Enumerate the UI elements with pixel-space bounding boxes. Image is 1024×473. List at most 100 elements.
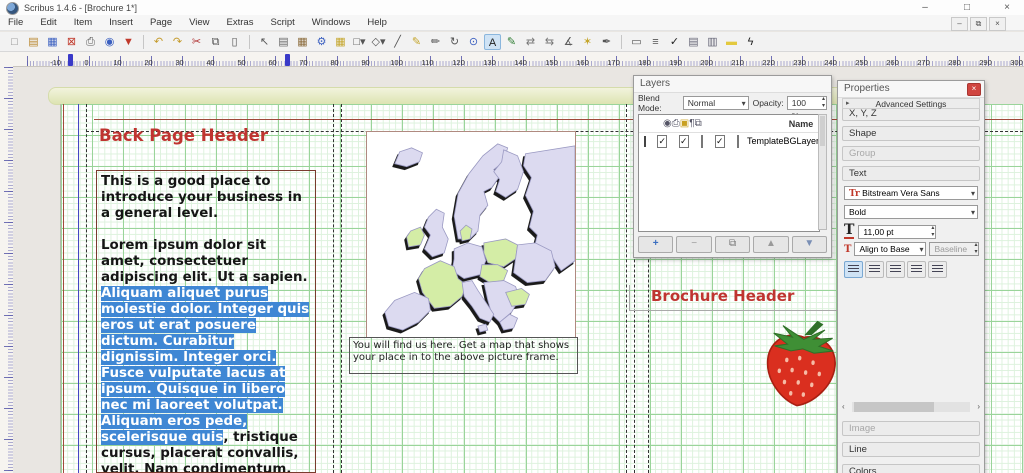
menu-item[interactable]: View (189, 17, 209, 28)
europe-map-image-frame[interactable] (366, 131, 576, 338)
layer-color-swatch[interactable] (644, 135, 647, 147)
font-size-spinner[interactable]: 11,00 pt (858, 224, 937, 239)
menu-item[interactable]: File (8, 17, 23, 28)
menu-item[interactable]: Windows (312, 17, 351, 28)
close-button[interactable]: × (996, 1, 1018, 14)
export-pdf-icon[interactable]: ▼ (120, 34, 137, 50)
preflight-verifier-icon[interactable]: ◉ (101, 34, 118, 50)
pdf-link-annotation-icon[interactable]: ϟ (742, 34, 759, 50)
menu-item[interactable]: Insert (109, 17, 133, 28)
menu-item[interactable]: Help (367, 17, 387, 28)
undo-icon[interactable]: ↶ (150, 34, 167, 50)
pdf-checkbox-icon[interactable]: ✓ (666, 34, 683, 50)
menu-item[interactable]: Item (74, 17, 92, 28)
align-center-button[interactable] (865, 261, 884, 278)
redo-icon[interactable]: ↷ (169, 34, 186, 50)
paste-icon[interactable]: ▯ (226, 34, 243, 50)
new-document-icon[interactable]: □ (6, 34, 23, 50)
collapsible-section[interactable]: ▸ Advanced Settings (842, 98, 980, 109)
section-group[interactable]: Group (842, 146, 980, 161)
edit-contents-icon[interactable]: A (484, 33, 501, 50)
insert-shape-icon[interactable]: □▾ (351, 34, 368, 50)
rotate-item-icon[interactable]: ↻ (446, 34, 463, 50)
mdi-close-button[interactable]: × (989, 17, 1006, 31)
insert-table-icon[interactable]: ▦ (332, 34, 349, 50)
strawberry-image-frame[interactable] (754, 314, 849, 409)
document-canvas[interactable]: Back Page Header Brochure Header This is… (13, 67, 1024, 473)
menu-item[interactable]: Extras (227, 17, 254, 28)
vertical-ruler[interactable] (0, 67, 14, 473)
back-page-header-frame[interactable]: Back Page Header (99, 126, 268, 145)
section-image[interactable]: Image (842, 421, 980, 436)
add-layer-button[interactable]: + (638, 236, 674, 253)
insert-bezier-icon[interactable]: ✎ (408, 34, 425, 50)
properties-palette-title[interactable]: Properties (838, 81, 984, 98)
section-line[interactable]: Line (842, 442, 980, 457)
duplicate-layer-button[interactable]: ⧉ (714, 236, 751, 253)
brochure-header-frame[interactable]: Brochure Header (651, 287, 794, 305)
font-family-select[interactable]: Tr Bitstream Vera Sans (844, 186, 978, 200)
select-item-icon[interactable]: ↖ (256, 34, 273, 50)
font-style-select[interactable]: Bold (844, 205, 978, 219)
layer-textflow-checkbox[interactable] (714, 134, 725, 148)
measurements-icon[interactable]: ∡ (560, 34, 577, 50)
section-shape[interactable]: Shape (842, 126, 980, 141)
zoom-icon[interactable]: ⊙ (465, 34, 482, 50)
menu-item[interactable]: Script (270, 17, 294, 28)
insert-render-frame-icon[interactable]: ⚙ (313, 34, 330, 50)
save-document-icon[interactable]: ▦ (44, 34, 61, 50)
layer-print-checkbox[interactable] (679, 134, 689, 148)
selected-text[interactable]: Aliquam aliquet purus molestie dolor. In… (101, 286, 310, 445)
layer-lock-checkbox[interactable] (700, 134, 703, 148)
menu-item[interactable]: Edit (40, 17, 56, 28)
insert-freehand-icon[interactable]: ✏ (427, 34, 444, 50)
menu-item[interactable]: Page (150, 17, 172, 28)
minimize-button[interactable]: – (914, 1, 936, 14)
align-force-justify-button[interactable] (928, 261, 947, 278)
link-text-frames-icon[interactable]: ⇄ (522, 34, 539, 50)
insert-text-frame-icon[interactable]: ▤ (275, 34, 292, 50)
insert-image-frame-icon[interactable]: ▦ (294, 34, 311, 50)
layer-row[interactable]: TemplateBGLayer (639, 133, 819, 149)
properties-hscrollbar[interactable]: ‹ › (842, 401, 980, 413)
raise-layer-button[interactable]: ▲ (753, 236, 789, 253)
unlink-text-frames-icon[interactable]: ⇆ (541, 34, 558, 50)
section-text[interactable]: Text (842, 166, 980, 181)
close-document-icon[interactable]: ⊠ (63, 34, 80, 50)
open-document-icon[interactable]: ▤ (25, 34, 42, 50)
line-spacing-select[interactable]: Align to Base (854, 242, 927, 256)
copy-icon[interactable]: ⧉ (207, 34, 224, 50)
layer-outline-checkbox[interactable] (736, 134, 739, 148)
layers-scrollbar[interactable] (818, 114, 827, 230)
maximize-button[interactable]: □ (956, 1, 978, 14)
caption-text-frame[interactable]: You will find us here. Get a map that sh… (349, 337, 578, 374)
insert-polygon-icon[interactable]: ◇▾ (370, 34, 387, 50)
align-left-button[interactable] (844, 261, 863, 278)
align-right-button[interactable] (886, 261, 905, 278)
palette-close-icon[interactable]: × (967, 83, 981, 96)
cut-icon[interactable]: ✂ (188, 34, 205, 50)
mdi-minimize-button[interactable]: – (951, 17, 968, 31)
pdf-combo-box-icon[interactable]: ▤ (685, 34, 702, 50)
align-justify-button[interactable] (907, 261, 926, 278)
blend-mode-select[interactable]: Normal (682, 96, 749, 110)
baseline-spinner[interactable]: Baseline (929, 242, 980, 256)
eye-dropper-icon[interactable]: ✒ (598, 34, 615, 50)
opacity-spinner[interactable]: 100 % (786, 96, 827, 121)
body-text-frame[interactable]: This is a good place to introduce your b… (96, 170, 316, 473)
layers-palette-title[interactable]: Layers (634, 76, 831, 93)
story-editor-icon[interactable]: ✎ (503, 34, 520, 50)
insert-line-icon[interactable]: ╱ (389, 34, 406, 50)
section-colors[interactable]: Colors (842, 464, 980, 473)
pdf-list-box-icon[interactable]: ▥ (704, 34, 721, 50)
horizontal-ruler[interactable]: -10 0 10 20 30 40 50 60 70 80 90 100 110 120 130 140 150… (13, 52, 1024, 67)
remove-layer-button[interactable]: − (676, 236, 712, 253)
pdf-push-button-icon[interactable]: ▭ (628, 34, 645, 50)
layer-name[interactable]: TemplateBGLayer (747, 136, 819, 146)
print-icon[interactable]: ⎙ (82, 34, 99, 50)
layer-visible-checkbox[interactable] (657, 134, 668, 148)
copy-item-properties-icon[interactable]: ✶ (579, 34, 596, 50)
pdf-text-annotation-icon[interactable]: ▬ (723, 34, 740, 50)
lower-layer-button[interactable]: ▼ (791, 236, 828, 253)
pdf-text-field-icon[interactable]: ≡ (647, 34, 664, 50)
